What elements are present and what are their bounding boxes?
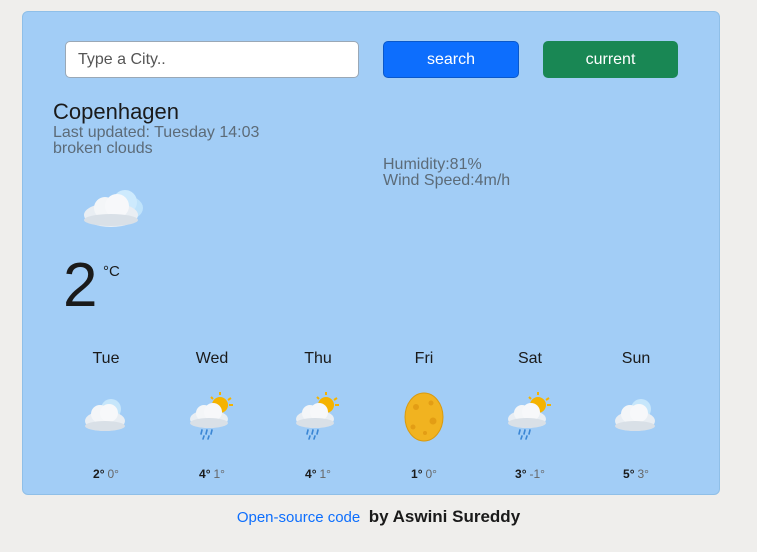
forecast-day: Sat 3° -1° <box>477 349 583 481</box>
moon-icon <box>404 392 444 442</box>
forecast-max: 4° <box>305 467 317 481</box>
current-location-button[interactable]: current <box>543 41 678 78</box>
weather-card: search current Copenhagen Last updated: … <box>22 11 720 495</box>
weather-stats: Humidity:81% Wind Speed:4m/h <box>383 157 510 189</box>
forecast-min: 1° <box>213 467 225 481</box>
forecast-temps: 4° 1° <box>159 467 265 481</box>
forecast-max: 5° <box>623 467 635 481</box>
weather-description: broken clouds <box>53 140 153 157</box>
humidity: Humidity:81% <box>383 156 482 173</box>
forecast-day: Sun 5° 3° <box>583 349 689 481</box>
forecast-min: -1° <box>529 467 545 481</box>
open-source-link[interactable]: Open-source code <box>237 509 360 526</box>
weather-meta: Last updated: Tuesday 14:03 broken cloud… <box>53 125 259 157</box>
forecast-day-name: Sat <box>517 350 542 367</box>
forecast-temps: 2° 0° <box>53 467 159 481</box>
forecast-temps: 5° 3° <box>583 467 689 481</box>
forecast-day-name: Wed <box>195 350 229 367</box>
city-search-input[interactable] <box>65 41 359 78</box>
rain-sun-icon <box>190 392 233 440</box>
forecast-min: 0° <box>107 467 119 481</box>
forecast-day: Thu 4° 1° <box>265 349 371 481</box>
forecast-max: 1° <box>411 467 423 481</box>
broken-clouds-icon <box>84 190 143 227</box>
forecast-max: 2° <box>93 467 105 481</box>
search-button[interactable]: search <box>383 41 519 78</box>
rain-sun-icon <box>508 392 551 440</box>
forecast-day: Wed 4° 1° <box>159 349 265 481</box>
forecast-min: 1° <box>319 467 331 481</box>
forecast-temps: 3° -1° <box>477 467 583 481</box>
forecast: Tue 2° 0° Wed 4° 1° Thu 4° 1° Fri 1° 0° … <box>53 349 693 489</box>
forecast-day-name: Fri <box>414 350 434 367</box>
broken-clouds-icon <box>85 399 125 431</box>
current-temperature: 2 <box>63 251 98 320</box>
forecast-temps: 1° 0° <box>371 467 477 481</box>
forecast-max: 3° <box>515 467 527 481</box>
author-credit: by Aswini Sureddy <box>368 507 521 526</box>
forecast-day: Fri 1° 0° <box>371 349 477 481</box>
forecast-temps: 4° 1° <box>265 467 371 481</box>
temperature-unit: °C <box>103 263 120 280</box>
forecast-max: 4° <box>199 467 211 481</box>
city-name: Copenhagen <box>53 99 180 124</box>
forecast-day-name: Sun <box>621 350 651 367</box>
broken-clouds-icon <box>615 399 655 431</box>
last-updated: Last updated: Tuesday 14:03 <box>53 124 260 141</box>
forecast-day-name: Tue <box>92 350 120 367</box>
rain-sun-icon <box>296 392 339 440</box>
forecast-min: 0° <box>425 467 437 481</box>
wind-speed: Wind Speed:4m/h <box>383 172 511 189</box>
forecast-min: 3° <box>637 467 649 481</box>
forecast-day-name: Thu <box>304 350 332 367</box>
forecast-day: Tue 2° 0° <box>53 349 159 481</box>
footer: Open-source code by Aswini Sureddy <box>0 507 757 527</box>
